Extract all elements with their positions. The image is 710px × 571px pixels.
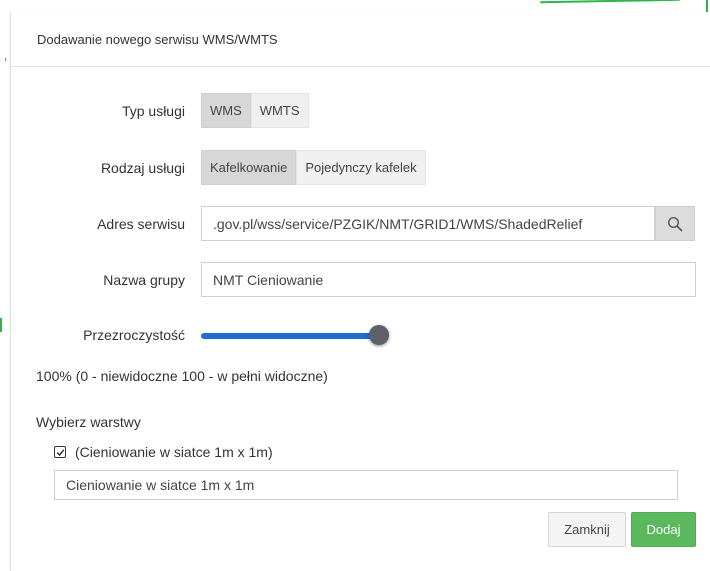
service-kind-single-tile-button[interactable]: Pojedynczy kafelek (296, 150, 426, 185)
service-kind-tiling-button[interactable]: Kafelkowanie (201, 150, 297, 185)
layer-checkbox[interactable] (54, 446, 66, 458)
service-type-wms-button[interactable]: WMS (201, 93, 251, 128)
service-address-search-button[interactable] (655, 206, 695, 241)
close-button[interactable]: Zamknij (548, 512, 626, 547)
dialog-title: Dodawanie nowego serwisu WMS/WMTS (37, 31, 278, 47)
layer-item[interactable]: (Cieniowanie w siatce 1m x 1m) (54, 444, 273, 460)
service-kind-toggle: Kafelkowanie Pojedynczy kafelek (201, 150, 426, 185)
opacity-slider-fill (201, 333, 379, 339)
add-button[interactable]: Dodaj (631, 512, 696, 547)
layer-name-input[interactable] (54, 470, 678, 500)
dialog-header: Dodawanie nowego serwisu WMS/WMTS (11, 12, 710, 67)
search-icon (667, 216, 683, 231)
service-address-input[interactable] (201, 206, 655, 241)
checkmark-icon (56, 448, 64, 456)
service-type-toggle: WMS WMTS (201, 93, 309, 128)
add-wms-dialog: Dodawanie nowego serwisu WMS/WMTS Typ us… (10, 12, 710, 571)
service-type-wmts-button[interactable]: WMTS (250, 93, 309, 128)
group-name-label: Nazwa grupy (103, 272, 185, 288)
background-map-line (5, 58, 6, 61)
service-kind-label: Rodzaj usługi (100, 160, 185, 176)
background-map-line (539, 0, 681, 4)
layers-heading: Wybierz warstwy (36, 414, 141, 430)
opacity-hint: 100% (0 - niewidoczne 100 - w pełni wido… (36, 368, 328, 384)
service-address-label: Adres serwisu (97, 216, 185, 232)
opacity-label: Przezroczystość (83, 327, 185, 343)
opacity-slider-thumb[interactable] (369, 325, 389, 345)
opacity-slider[interactable] (201, 325, 389, 345)
background-map-line (0, 318, 2, 332)
layer-item-label: (Cieniowanie w siatce 1m x 1m) (75, 444, 273, 460)
service-type-label: Typ usługi (121, 103, 185, 119)
group-name-input[interactable] (201, 262, 696, 297)
